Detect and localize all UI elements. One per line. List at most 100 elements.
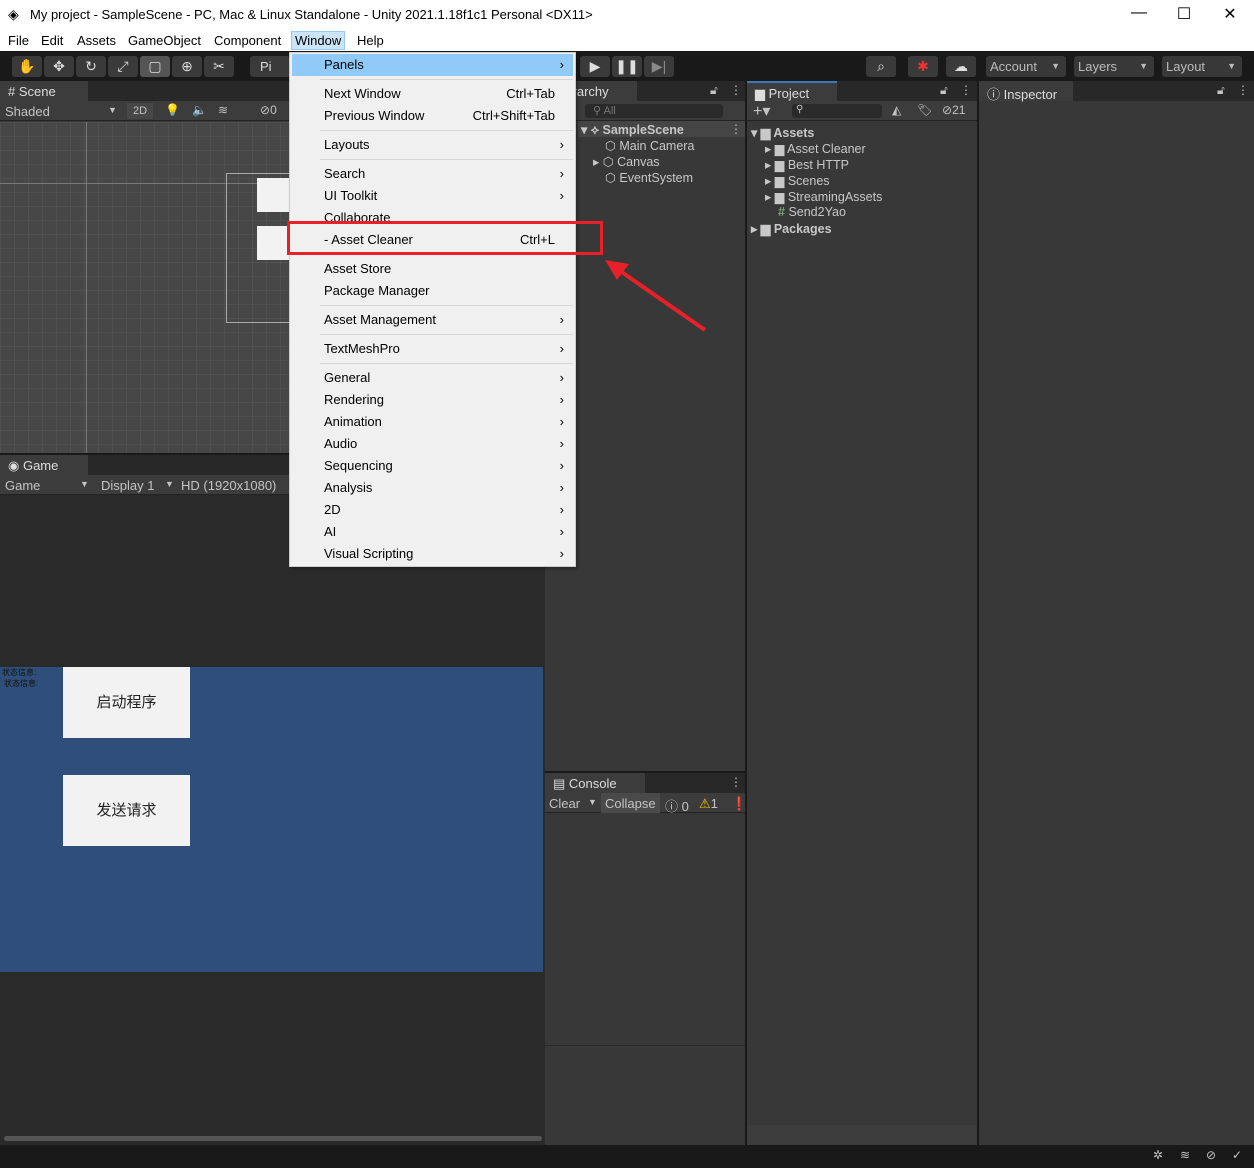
script-item[interactable]: # Send2Yao	[778, 205, 846, 219]
minimize-button[interactable]: —	[1124, 4, 1154, 26]
filter-label-icon[interactable]: 🏷︎	[917, 103, 932, 117]
hierarchy-item[interactable]: ⬡ Main Camera	[605, 138, 694, 153]
assets-folder[interactable]: ▾ ▆ Assets	[751, 125, 814, 140]
menu-item-rendering[interactable]: Rendering ›	[292, 389, 573, 411]
game-view-arrow-icon[interactable]: ▼	[80, 479, 89, 489]
collab-icon[interactable]: ✱	[908, 56, 938, 77]
game-view-dropdown[interactable]: Game	[5, 478, 40, 493]
folder-item[interactable]: ▸ ▆ Scenes	[765, 173, 830, 188]
scale-tool-icon[interactable]: ⤢	[108, 56, 138, 77]
more-icon[interactable]: ⋮	[730, 775, 742, 789]
menu-item-asset-management[interactable]: Asset Management ›	[292, 309, 573, 331]
menu-help[interactable]: Help	[354, 32, 387, 49]
custom-tool-icon[interactable]: ✂	[204, 56, 234, 77]
scene-row[interactable]: ▾ ⟡ SampleScene ⋮	[578, 121, 745, 137]
folder-item[interactable]: ▸ ▆ StreamingAssets	[765, 189, 882, 204]
more-icon[interactable]: ⋮	[1237, 83, 1249, 97]
debug-icon[interactable]: ✲	[1153, 1148, 1163, 1162]
lock-icon[interactable]: 🔓︎	[1217, 83, 1225, 98]
cloud-icon[interactable]: ☁	[946, 56, 976, 77]
step-button[interactable]: ▶|	[644, 56, 674, 77]
hidden-packages-toggle[interactable]: ⊘21	[942, 103, 965, 117]
tab-console[interactable]: ▤ Console	[545, 773, 645, 793]
menu-window[interactable]: Window	[291, 31, 346, 50]
start-program-button[interactable]: 启动程序	[63, 667, 190, 738]
hierarchy-search-input[interactable]: ⚲ All	[585, 104, 723, 118]
rect-tool-icon[interactable]: ▢	[140, 56, 170, 77]
rotate-tool-icon[interactable]: ↻	[76, 56, 106, 77]
menu-item-search[interactable]: Search ›	[292, 163, 573, 185]
add-button[interactable]: +▾	[753, 101, 770, 121]
tab-project[interactable]: ▆ Project	[747, 81, 837, 101]
search-icon[interactable]: ⌕	[866, 56, 896, 77]
lock-icon[interactable]: 🔓︎	[940, 83, 948, 98]
menu-item-visual-scripting[interactable]: Visual Scripting ›	[292, 543, 573, 565]
layers-dropdown[interactable]: Layers	[1074, 56, 1154, 77]
project-search-input[interactable]: ⚲	[792, 104, 882, 118]
more-icon[interactable]: ⋮	[960, 83, 972, 97]
play-button[interactable]: ▶	[580, 56, 610, 77]
pause-button[interactable]: ❚❚	[612, 56, 642, 77]
lock-icon[interactable]: 🔓︎	[710, 83, 718, 98]
menu-item-package-manager[interactable]: Package Manager	[292, 280, 573, 302]
menu-gameobject[interactable]: GameObject	[125, 32, 204, 49]
bake-icon[interactable]: ⊘	[1206, 1148, 1216, 1162]
lighting-icon[interactable]: 💡	[165, 103, 180, 117]
menu-file[interactable]: File	[5, 32, 32, 49]
shading-dropdown-arrow-icon[interactable]: ▼	[108, 105, 117, 115]
tab-scene[interactable]: # Scene	[0, 81, 88, 101]
menu-edit[interactable]: Edit	[38, 32, 66, 49]
menu-item-general[interactable]: General ›	[292, 367, 573, 389]
menu-item-next-window[interactable]: Next Window Ctrl+Tab	[292, 83, 573, 105]
account-dropdown[interactable]: Account	[986, 56, 1066, 77]
menu-item-ai[interactable]: AI ›	[292, 521, 573, 543]
horizontal-scrollbar[interactable]	[4, 1136, 542, 1141]
menu-item-layouts[interactable]: Layouts ›	[292, 134, 573, 156]
transform-tool-icon[interactable]: ⊕	[172, 56, 202, 77]
menu-item-analysis[interactable]: Analysis ›	[292, 477, 573, 499]
menu-component[interactable]: Component	[211, 32, 284, 49]
menu-item-asset-store[interactable]: Asset Store	[292, 258, 573, 280]
shading-dropdown[interactable]: Shaded	[5, 104, 50, 119]
error-icon[interactable]: ❗	[731, 796, 747, 812]
menu-item-textmeshpro[interactable]: TextMeshPro ›	[292, 338, 573, 360]
log-toggle[interactable]: ⓘ 0	[665, 796, 689, 815]
effects-icon[interactable]: ≋	[218, 103, 228, 117]
display-dropdown[interactable]: Display 1	[101, 478, 154, 493]
menu-item-animation[interactable]: Animation ›	[292, 411, 573, 433]
resolution-dropdown[interactable]: HD (1920x1080)	[181, 478, 276, 493]
hierarchy-item[interactable]: ⬡ EventSystem	[605, 170, 693, 185]
maximize-button[interactable]: ☐	[1169, 4, 1199, 26]
hidden-icon[interactable]: ⊘0	[260, 103, 277, 117]
pivot-toggle[interactable]: Pi	[250, 56, 290, 77]
folder-item[interactable]: ▸ ▆ Best HTTP	[765, 157, 849, 172]
warning-toggle[interactable]: ⚠1	[699, 796, 718, 812]
move-tool-icon[interactable]: ✥	[44, 56, 74, 77]
send-request-button[interactable]: 发送请求	[63, 775, 190, 846]
close-button[interactable]: ✕	[1215, 4, 1245, 26]
hand-tool-icon[interactable]: ✋	[12, 56, 42, 77]
progress-icon[interactable]: ✓	[1232, 1148, 1242, 1162]
menu-item-previous-window[interactable]: Previous Window Ctrl+Shift+Tab	[292, 105, 573, 127]
collapse-toggle[interactable]: Collapse	[601, 793, 660, 813]
more-icon[interactable]: ⋮	[730, 83, 742, 97]
filter-type-icon[interactable]: ◭	[892, 103, 901, 117]
menu-item-panels[interactable]: Panels ›	[292, 54, 573, 76]
scene-more-icon[interactable]: ⋮	[730, 122, 742, 136]
menu-item-ui-toolkit[interactable]: UI Toolkit ›	[292, 185, 573, 207]
display-arrow-icon[interactable]: ▼	[165, 479, 174, 489]
cache-icon[interactable]: ≋	[1180, 1148, 1190, 1162]
menu-item-audio[interactable]: Audio ›	[292, 433, 573, 455]
layout-dropdown[interactable]: Layout	[1162, 56, 1242, 77]
menu-item-sequencing[interactable]: Sequencing ›	[292, 455, 573, 477]
2d-toggle[interactable]: 2D	[127, 103, 153, 119]
packages-folder[interactable]: ▸ ▆ Packages	[751, 221, 832, 236]
audio-icon[interactable]: 🔈	[192, 103, 207, 117]
hierarchy-item[interactable]: ▸ ⬡ Canvas	[593, 154, 660, 169]
menu-assets[interactable]: Assets	[74, 32, 119, 49]
clear-options-icon[interactable]: ▼	[588, 797, 597, 807]
tab-inspector[interactable]: ⓘ Inspector	[979, 81, 1073, 102]
clear-button[interactable]: Clear	[549, 796, 580, 811]
menu-item-2d[interactable]: 2D ›	[292, 499, 573, 521]
folder-item[interactable]: ▸ ▆ Asset Cleaner	[765, 141, 866, 156]
